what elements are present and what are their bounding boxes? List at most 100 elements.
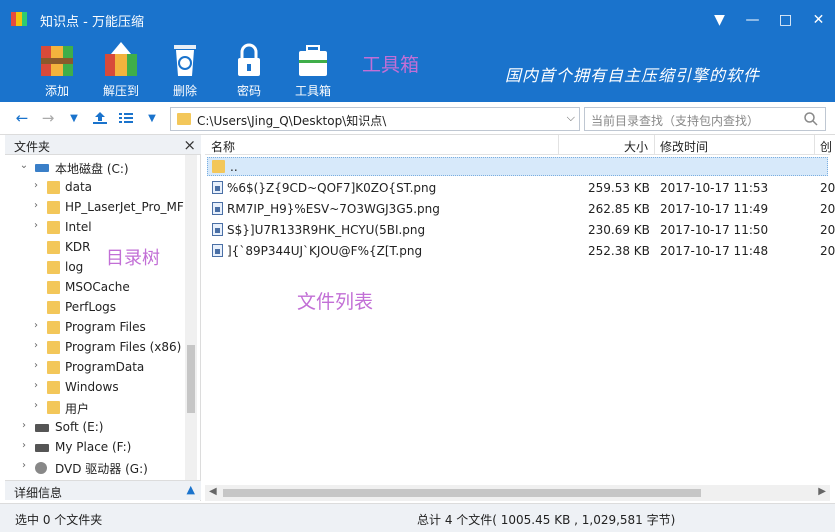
scroll-left-icon[interactable]: ◀ bbox=[209, 486, 217, 497]
annotation-file-list: 文件列表 bbox=[297, 291, 374, 313]
forward-arrow-icon[interactable]: → bbox=[38, 108, 58, 128]
minimize-button[interactable]: — bbox=[736, 0, 769, 40]
tree-item-folder[interactable]: › ProgramData bbox=[31, 357, 184, 377]
details-panel-header[interactable]: 详细信息 ▲ bbox=[5, 480, 201, 500]
archive-add-icon bbox=[41, 46, 73, 76]
tree-item-folder[interactable]: PerfLogs bbox=[31, 297, 184, 317]
chevron-right-icon[interactable]: › bbox=[31, 380, 41, 391]
column-name[interactable]: 名称 bbox=[211, 138, 235, 155]
folder-icon bbox=[47, 201, 60, 214]
delete-button[interactable]: 删除 bbox=[155, 40, 215, 102]
address-bar[interactable]: C:\Users\Jing_Q\Desktop\知识点\ ⌵ bbox=[170, 107, 580, 131]
folder-icon bbox=[212, 160, 225, 173]
folder-icon bbox=[47, 221, 60, 234]
password-button[interactable]: 密码 bbox=[219, 40, 279, 102]
close-button[interactable]: ✕ bbox=[802, 0, 835, 40]
extract-button[interactable]: 解压到 bbox=[91, 40, 151, 102]
chevron-down-icon[interactable]: ⌄ bbox=[19, 160, 29, 171]
chevron-right-icon[interactable]: › bbox=[31, 360, 41, 371]
table-row[interactable]: RM7IP_H9}%ESV~7O3WGJ3G5.png 262.85 KB 20… bbox=[205, 199, 835, 220]
tree-item-drive-c[interactable]: ⌄ 本地磁盘 (C:) bbox=[19, 157, 184, 177]
tree-item-folder[interactable]: › Intel bbox=[31, 217, 184, 237]
file-modified: 2017-10-17 11:48 bbox=[660, 244, 769, 258]
view-list-icon[interactable] bbox=[116, 108, 136, 128]
tree-item-folder[interactable]: › Windows bbox=[31, 377, 184, 397]
tree-item-drive[interactable]: › DVD 驱动器 (G:) bbox=[19, 457, 184, 477]
column-divider[interactable] bbox=[654, 135, 655, 155]
folder-icon bbox=[47, 341, 60, 354]
folder-icon bbox=[47, 261, 60, 274]
tree-item-label: Windows bbox=[65, 380, 119, 394]
chevron-right-icon[interactable]: › bbox=[31, 220, 41, 231]
image-file-icon bbox=[212, 202, 223, 215]
tree-item-folder[interactable]: › HP_LaserJet_Pro_MF bbox=[31, 197, 184, 217]
chevron-up-icon[interactable]: ▲ bbox=[187, 483, 195, 496]
file-name: ]{`89P344UJ`KJOU@F%{Z[T.png bbox=[227, 244, 423, 258]
slogan-text: 国内首个拥有自主压缩引擎的软件 bbox=[505, 66, 761, 85]
tree-item-drive[interactable]: › Soft (E:) bbox=[19, 417, 184, 437]
tree-item-label: data bbox=[65, 180, 93, 194]
file-name: S$}]U7R133R9HK_HCYU(5BI.png bbox=[227, 223, 426, 237]
maximize-button[interactable]: □ bbox=[769, 0, 802, 40]
table-row[interactable]: ]{`89P344UJ`KJOU@F%{Z[T.png 252.38 KB 20… bbox=[205, 241, 835, 262]
tree-item-label: MSOCache bbox=[65, 280, 130, 294]
file-modified: 2017-10-17 11:53 bbox=[660, 181, 769, 195]
add-button[interactable]: 添加 bbox=[27, 40, 87, 102]
column-size[interactable]: 大小 bbox=[624, 138, 648, 155]
parent-folder-row[interactable]: .. bbox=[207, 157, 828, 176]
tree-item-label: Program Files (x86) bbox=[65, 340, 182, 354]
horizontal-scrollbar-thumb[interactable] bbox=[223, 489, 701, 497]
tree-item-folder[interactable]: › 用户 bbox=[31, 397, 184, 417]
scroll-right-icon[interactable]: ▶ bbox=[818, 486, 826, 497]
navigation-bar: ← → ▼ ▼ C:\Users\Jing_Q\Desktop\知识点\ ⌵ 当… bbox=[0, 102, 835, 135]
menu-dropdown-button[interactable]: ▼ bbox=[703, 0, 736, 40]
up-folder-icon[interactable] bbox=[90, 108, 110, 128]
table-row[interactable]: %6$(}Z{9CD~QOF7]K0ZO{ST.png 259.53 KB 20… bbox=[205, 178, 835, 199]
app-logo-icon bbox=[11, 12, 27, 26]
column-modified[interactable]: 修改时间 bbox=[660, 138, 708, 155]
chevron-right-icon[interactable]: › bbox=[31, 400, 41, 411]
chevron-right-icon[interactable]: › bbox=[31, 180, 41, 191]
title-bar: 知识点 - 万能压缩 ▼ — □ ✕ bbox=[0, 0, 835, 40]
column-divider[interactable] bbox=[814, 135, 815, 155]
column-divider[interactable] bbox=[558, 135, 559, 155]
add-label: 添加 bbox=[44, 84, 69, 98]
folder-icon bbox=[47, 321, 60, 334]
folder-icon bbox=[47, 301, 60, 314]
chevron-right-icon[interactable]: › bbox=[31, 200, 41, 211]
chevron-right-icon[interactable]: › bbox=[31, 320, 41, 331]
tree-item-folder[interactable]: MSOCache bbox=[31, 277, 184, 297]
view-dropdown-icon[interactable]: ▼ bbox=[142, 108, 162, 128]
tree-item-label: Intel bbox=[65, 220, 92, 234]
toolbox-icon bbox=[299, 45, 327, 76]
image-file-icon bbox=[212, 223, 223, 236]
file-extra: 20 bbox=[820, 181, 835, 195]
tree-item-folder[interactable]: › Program Files bbox=[31, 317, 184, 337]
folder-icon bbox=[47, 381, 60, 394]
tree-item-drive[interactable]: › My Place (F:) bbox=[19, 437, 184, 457]
search-input[interactable]: 当前目录查找（支持包内查找） bbox=[584, 107, 826, 131]
column-extra[interactable]: 创 bbox=[820, 138, 832, 155]
file-size: 259.53 KB bbox=[588, 181, 650, 195]
tree-item-label: ProgramData bbox=[65, 360, 145, 374]
tree-scrollbar-thumb[interactable] bbox=[187, 345, 195, 413]
file-extra: 20 bbox=[820, 244, 835, 258]
search-icon[interactable] bbox=[803, 111, 819, 127]
tree-item-folder[interactable]: › data bbox=[31, 177, 184, 197]
address-dropdown-icon[interactable]: ⌵ bbox=[567, 111, 575, 125]
table-row[interactable]: S$}]U7R133R9HK_HCYU(5BI.png 230.69 KB 20… bbox=[205, 220, 835, 241]
chevron-right-icon[interactable]: › bbox=[31, 340, 41, 351]
folder-tree-panel: 文件夹 × ⌄ 本地磁盘 (C:) › data › HP_LaserJet_P… bbox=[5, 135, 201, 501]
history-dropdown-icon[interactable]: ▼ bbox=[64, 108, 84, 128]
toolbox-button[interactable]: 工具箱 bbox=[283, 40, 343, 102]
tree-scrollbar[interactable] bbox=[185, 155, 197, 480]
close-icon[interactable]: × bbox=[183, 136, 196, 154]
tree-item-label: 本地磁盘 (C:) bbox=[55, 162, 129, 176]
back-arrow-icon[interactable]: ← bbox=[12, 108, 32, 128]
chevron-right-icon[interactable]: › bbox=[19, 460, 29, 471]
extract-label: 解压到 bbox=[102, 84, 139, 98]
tree-item-folder[interactable]: › Program Files (x86) bbox=[31, 337, 184, 357]
chevron-right-icon[interactable]: › bbox=[19, 440, 29, 451]
horizontal-scrollbar[interactable]: ◀ ▶ bbox=[205, 485, 830, 501]
chevron-right-icon[interactable]: › bbox=[19, 420, 29, 431]
